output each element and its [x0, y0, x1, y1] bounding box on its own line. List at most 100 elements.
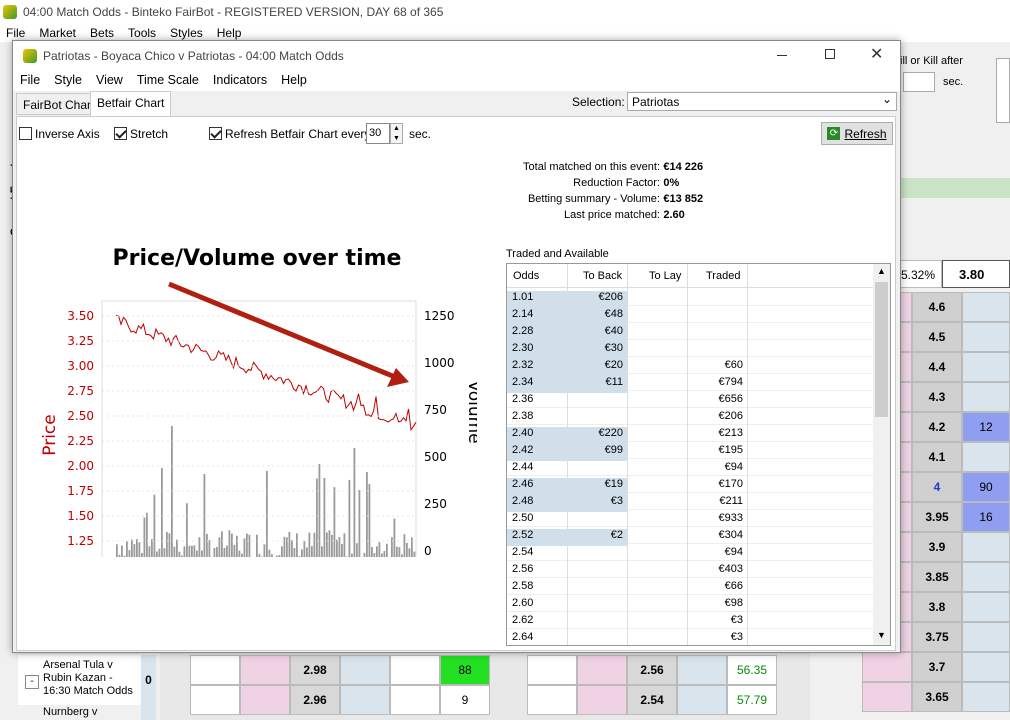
- table-row[interactable]: 2.38 €206: [507, 408, 873, 425]
- ladder-volume[interactable]: [962, 442, 1010, 472]
- volume-bar: [218, 537, 221, 557]
- table-row[interactable]: 2.64 €3: [507, 629, 873, 645]
- dmenu-file[interactable]: File: [13, 71, 47, 91]
- dmenu-time-scale[interactable]: Time Scale: [130, 71, 206, 91]
- minimize-icon[interactable]: [777, 55, 787, 56]
- ladder-volume[interactable]: [962, 622, 1010, 652]
- summary-panel: Total matched on this event: €14 226 Red…: [437, 159, 737, 223]
- table-row[interactable]: 2.30 €30: [507, 340, 873, 359]
- table-row[interactable]: 2.56 €403: [507, 561, 873, 578]
- volume-bar: [258, 553, 261, 557]
- ladder-price[interactable]: 4.6: [912, 292, 962, 322]
- table-row[interactable]: 2.14 €48: [507, 306, 873, 325]
- grid-price[interactable]: 2.54: [627, 685, 677, 715]
- ladder-price[interactable]: 3.75: [912, 622, 962, 652]
- ladder-price[interactable]: 4.4: [912, 352, 962, 382]
- refresh-interval-input[interactable]: 30: [366, 123, 390, 144]
- ladder-price[interactable]: 4.3: [912, 382, 962, 412]
- refresh-icon: ⟳: [827, 127, 841, 140]
- ladder-price[interactable]: 3.7: [912, 652, 962, 682]
- ladder-volume[interactable]: [962, 652, 1010, 682]
- ladder-price[interactable]: 3.95: [912, 502, 962, 532]
- volume-bar: [246, 533, 248, 557]
- table-row[interactable]: 2.46 €19 €170: [507, 476, 873, 495]
- table-row[interactable]: 1.01 €206: [507, 289, 873, 308]
- ladder-volume[interactable]: [962, 682, 1010, 712]
- interval-spinner[interactable]: ▲ ▼: [390, 123, 403, 144]
- table-row[interactable]: 2.32 €20 €60: [507, 357, 873, 376]
- ladder-volume[interactable]: [962, 562, 1010, 592]
- collapse-button[interactable]: -: [25, 675, 39, 689]
- table-row[interactable]: 2.34 €11 €794: [507, 374, 873, 393]
- ladder-price[interactable]: 3.85: [912, 562, 962, 592]
- table-row[interactable]: 2.54 €94: [507, 544, 873, 561]
- volume-bar: [128, 550, 131, 557]
- ladder-volume[interactable]: [962, 532, 1010, 562]
- dmenu-indicators[interactable]: Indicators: [206, 71, 274, 91]
- vertical-scrollbar[interactable]: ▲ ▼: [873, 264, 890, 645]
- tab-betfair-chart[interactable]: Betfair Chart: [90, 91, 172, 116]
- ladder-price[interactable]: 3.65: [912, 682, 962, 712]
- scroll-up-icon[interactable]: ▲: [877, 266, 886, 276]
- volume-bar: [373, 553, 376, 557]
- table-row[interactable]: 2.36 €656: [507, 391, 873, 408]
- refresh-button[interactable]: ⟳ Refresh: [821, 122, 893, 145]
- table-row[interactable]: 2.52 €2 €304: [507, 527, 873, 546]
- table-row[interactable]: 2.50 €933: [507, 510, 873, 527]
- volume-bar: [223, 547, 226, 557]
- volume-bar: [123, 555, 126, 557]
- tab-fairbot-chart[interactable]: FairBot Chart: [16, 93, 102, 115]
- maximize-icon[interactable]: [825, 49, 835, 59]
- selection-dropdown[interactable]: Patriotas ⌄: [627, 92, 897, 111]
- ladder-price[interactable]: 4.2: [912, 412, 962, 442]
- stretch-checkbox[interactable]: Stretch: [114, 127, 168, 141]
- volume-bar: [158, 548, 161, 557]
- price-tick-label: 3.25: [67, 334, 94, 348]
- cell-traded: €3: [730, 631, 743, 643]
- ladder-volume[interactable]: [962, 292, 1010, 322]
- dmenu-style[interactable]: Style: [47, 71, 89, 91]
- col-odds[interactable]: Odds: [513, 270, 539, 282]
- ladder-price[interactable]: 4.1: [912, 442, 962, 472]
- dmenu-help[interactable]: Help: [274, 71, 314, 91]
- volume-bar: [376, 546, 378, 557]
- pct-cell: 5.32%: [898, 260, 942, 288]
- table-row[interactable]: 2.58 €66: [507, 578, 873, 595]
- ladder-price[interactable]: 3.9: [912, 532, 962, 562]
- table-row[interactable]: 2.42 €99 €195: [507, 442, 873, 461]
- col-to-lay[interactable]: To Lay: [649, 270, 681, 282]
- refresh-label: Refresh: [844, 126, 887, 141]
- close-icon[interactable]: ✕: [870, 44, 883, 64]
- table-row[interactable]: 2.28 €40: [507, 323, 873, 342]
- col-traded[interactable]: Traded: [706, 270, 740, 282]
- ladder-volume[interactable]: [962, 382, 1010, 412]
- grid-cell: [527, 685, 577, 715]
- kill-after-input[interactable]: [903, 72, 935, 92]
- volume-bar: [313, 532, 316, 557]
- inverse-axis-checkbox[interactable]: Inverse Axis: [19, 127, 100, 141]
- ladder-volume[interactable]: [962, 352, 1010, 382]
- ladder-price[interactable]: 4.5: [912, 322, 962, 352]
- ladder-price[interactable]: 3.8: [912, 592, 962, 622]
- table-row[interactable]: 2.62 €3: [507, 612, 873, 629]
- col-to-back[interactable]: To Back: [583, 270, 622, 282]
- grid-price[interactable]: 2.98: [290, 655, 340, 685]
- volume-bar: [371, 546, 373, 557]
- grid-price[interactable]: 2.96: [290, 685, 340, 715]
- ladder-volume[interactable]: 12: [962, 412, 1010, 442]
- refresh-every-checkbox[interactable]: Refresh Betfair Chart every: [209, 127, 370, 141]
- ladder-volume[interactable]: [962, 322, 1010, 352]
- table-row[interactable]: 2.60 €98: [507, 595, 873, 612]
- ladder-volume[interactable]: 16: [962, 502, 1010, 532]
- dmenu-view[interactable]: View: [89, 71, 130, 91]
- scroll-thumb[interactable]: [875, 282, 888, 417]
- ladder-price[interactable]: 4: [912, 472, 962, 502]
- table-row[interactable]: 2.44 €94: [507, 459, 873, 476]
- ladder-volume[interactable]: 90: [962, 472, 1010, 502]
- table-row[interactable]: 2.48 €3 €211: [507, 493, 873, 512]
- scroll-down-icon[interactable]: ▼: [877, 630, 886, 640]
- volume-bar: [256, 534, 258, 557]
- grid-price[interactable]: 2.56: [627, 655, 677, 685]
- table-row[interactable]: 2.40 €220 €213: [507, 425, 873, 444]
- ladder-volume[interactable]: [962, 592, 1010, 622]
